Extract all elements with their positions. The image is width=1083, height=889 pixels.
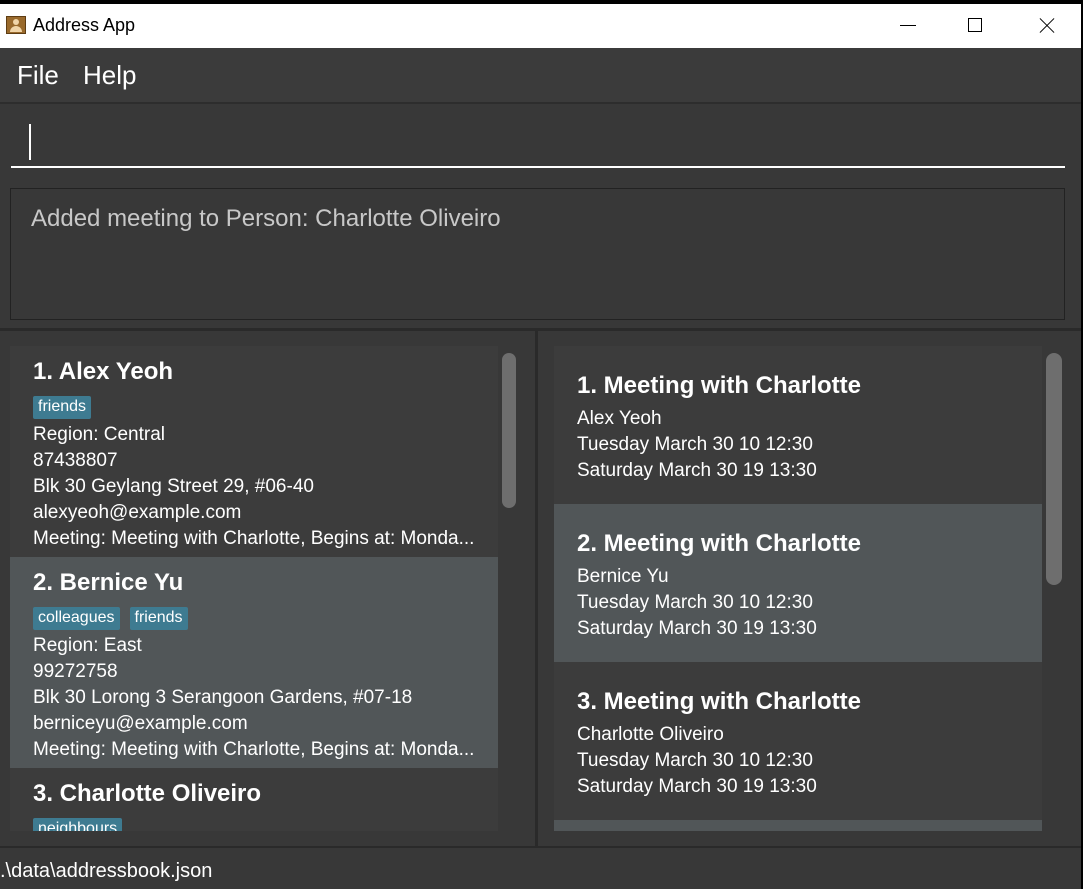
person-meeting: Meeting: Meeting with Charlotte, Begins …: [33, 739, 475, 760]
section-divider: [0, 328, 1081, 331]
meeting-card[interactable]: 1. Meeting with Charlotte Alex Yeoh Tues…: [554, 346, 1042, 504]
command-box: [0, 104, 1081, 180]
meeting-person: Charlotte Oliveiro: [577, 724, 724, 745]
tag: neighbours: [33, 818, 123, 831]
close-button[interactable]: [1011, 4, 1081, 48]
tag: colleagues: [33, 607, 120, 630]
person-card[interactable]: 3. Charlotte Oliveiro neighbours: [10, 768, 498, 831]
save-file-path: .\data\addressbook.json: [0, 860, 213, 882]
person-region: Region: Central: [33, 424, 166, 445]
person-email: alexyeoh@example.com: [33, 502, 242, 523]
person-name: 1. Alex Yeoh: [33, 358, 174, 385]
tag: friends: [33, 396, 92, 419]
meeting-title: 2. Meeting with Charlotte: [577, 530, 862, 557]
title-bar: Address App: [0, 4, 1081, 48]
tag-list: friends: [33, 396, 92, 419]
meeting-card[interactable]: 3. Meeting with Charlotte Charlotte Oliv…: [554, 662, 1042, 820]
tag: friends: [129, 607, 188, 630]
meeting-card[interactable]: [554, 820, 1042, 831]
meeting-start: Tuesday March 30 10 12:30: [577, 592, 813, 613]
maximize-button[interactable]: [941, 4, 1011, 48]
tag-list: colleagues friends: [33, 607, 188, 630]
person-name: 2. Bernice Yu: [33, 569, 184, 596]
text-caret: [29, 124, 31, 160]
person-name: 3. Charlotte Oliveiro: [33, 780, 262, 807]
person-region: Region: East: [33, 635, 142, 656]
meeting-end: Saturday March 30 19 13:30: [577, 618, 817, 639]
meeting-card[interactable]: 2. Meeting with Charlotte Bernice Yu Tue…: [554, 504, 1042, 662]
status-bar: .\data\addressbook.json: [0, 846, 1081, 889]
result-message: Added meeting to Person: Charlotte Olive…: [31, 205, 501, 232]
app-window: Address App File Help Added meeting to P…: [0, 4, 1081, 889]
meeting-person: Alex Yeoh: [577, 408, 662, 429]
person-address: Blk 30 Geylang Street 29, #06-40: [33, 476, 314, 497]
meeting-end: Saturday March 30 19 13:30: [577, 460, 817, 481]
meeting-title: 3. Meeting with Charlotte: [577, 688, 862, 715]
window-title: Address App: [33, 15, 136, 35]
command-input[interactable]: [11, 112, 1065, 168]
meeting-person: Bernice Yu: [577, 566, 669, 587]
meeting-title: 1. Meeting with Charlotte: [577, 372, 862, 399]
meeting-list-scrollbar[interactable]: [1046, 353, 1062, 585]
meeting-start: Tuesday March 30 10 12:30: [577, 750, 813, 771]
person-email: berniceyu@example.com: [33, 713, 248, 734]
menu-help[interactable]: Help: [83, 60, 136, 91]
person-list[interactable]: 1. Alex Yeoh friends Region: Central 874…: [10, 346, 498, 831]
maximize-icon: [968, 18, 982, 32]
person-meeting: Meeting: Meeting with Charlotte, Begins …: [33, 528, 475, 549]
minimize-icon: [900, 25, 916, 26]
meeting-list[interactable]: 1. Meeting with Charlotte Alex Yeoh Tues…: [554, 346, 1042, 831]
person-card[interactable]: 2. Bernice Yu colleagues friends Region:…: [10, 557, 498, 768]
menu-bar: File Help: [0, 48, 1081, 104]
person-phone: 87438807: [33, 450, 118, 471]
tag-list: neighbours: [33, 818, 123, 831]
result-display[interactable]: Added meeting to Person: Charlotte Olive…: [10, 188, 1065, 320]
person-card[interactable]: 1. Alex Yeoh friends Region: Central 874…: [10, 346, 498, 557]
address-book-icon: [6, 16, 26, 34]
person-phone: 99272758: [33, 661, 118, 682]
menu-file[interactable]: File: [17, 60, 59, 91]
meeting-start: Tuesday March 30 10 12:30: [577, 434, 813, 455]
meeting-end: Saturday March 30 19 13:30: [577, 776, 817, 797]
panel-divider: [535, 331, 538, 846]
person-list-scrollbar[interactable]: [502, 353, 516, 508]
minimize-button[interactable]: [872, 4, 942, 48]
person-address: Blk 30 Lorong 3 Serangoon Gardens, #07-1…: [33, 687, 413, 708]
